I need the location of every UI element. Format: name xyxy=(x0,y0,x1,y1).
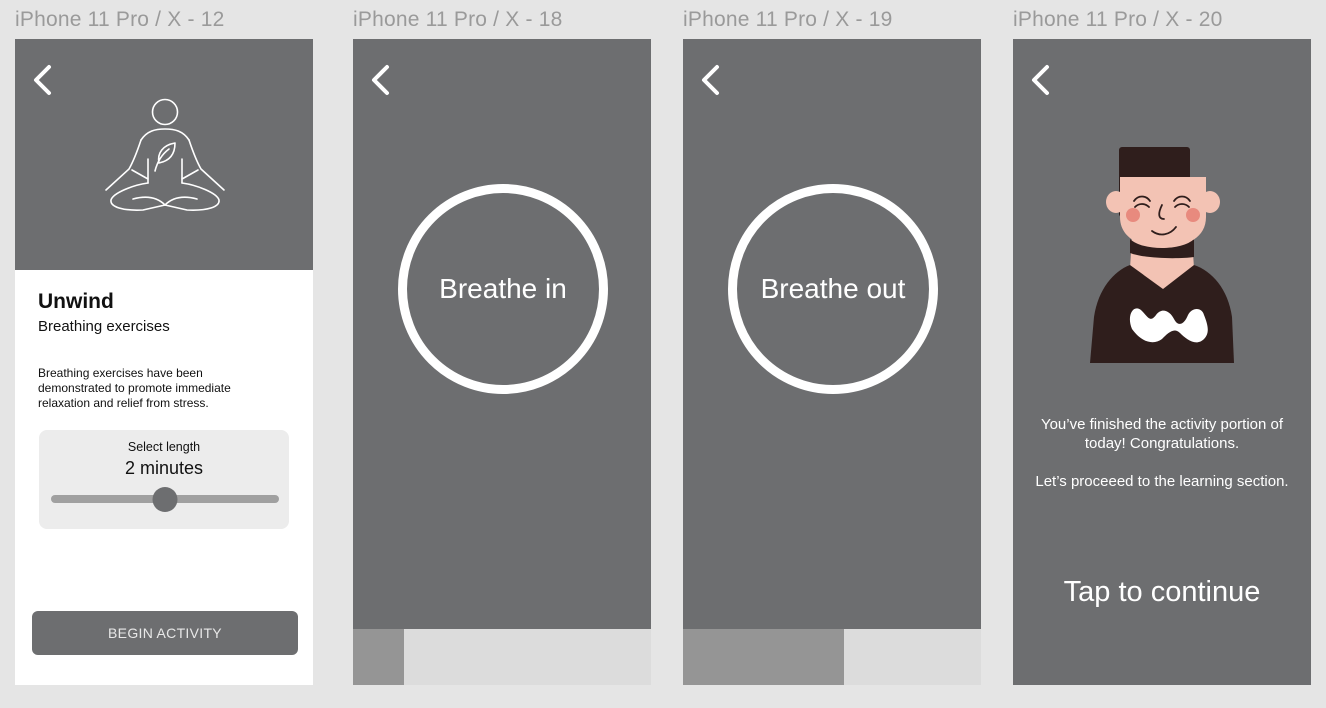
person-illustration xyxy=(1090,147,1234,363)
meditation-icon xyxy=(105,98,225,211)
length-slider-thumb[interactable] xyxy=(152,487,178,512)
frame-label-19: iPhone 11 Pro / X - 19 xyxy=(683,8,893,31)
frame-label-18: iPhone 11 Pro / X - 18 xyxy=(353,8,563,31)
screen-breathe-in: Breathe in xyxy=(353,39,651,685)
activity-progress-fill xyxy=(683,629,844,685)
activity-progress-fill xyxy=(353,629,404,685)
activity-progress-bar xyxy=(683,629,981,685)
length-selector: Select length 2 minutes xyxy=(39,430,289,529)
chevron-left-icon[interactable] xyxy=(367,63,393,97)
screen-completion[interactable]: You’ve finished the activity portion of … xyxy=(1013,39,1311,685)
breathing-instruction: Breathe in xyxy=(439,273,567,304)
hero-banner xyxy=(15,39,313,270)
frame-label-20: iPhone 11 Pro / X - 20 xyxy=(1013,8,1223,31)
begin-activity-button[interactable]: BEGIN ACTIVITY xyxy=(32,611,298,655)
activity-progress-bar xyxy=(353,629,651,685)
chevron-left-icon[interactable] xyxy=(29,63,55,97)
length-label: Select length xyxy=(127,440,201,454)
frame-label-12: iPhone 11 Pro / X - 12 xyxy=(15,8,225,31)
tap-to-continue[interactable]: Tap to continue xyxy=(1013,576,1311,609)
activity-subtitle: Breathing exercises xyxy=(38,318,170,335)
next-step-message: Let’s proceeed to the learning section. xyxy=(1035,473,1289,490)
completion-message: You’ve finished the activity portion of … xyxy=(1040,416,1284,452)
chevron-left-icon[interactable] xyxy=(697,63,723,97)
activity-title: Unwind xyxy=(38,290,114,313)
breathing-circle: Breathe out xyxy=(728,184,938,394)
chevron-left-icon[interactable] xyxy=(1027,63,1053,97)
screen-unwind: Unwind Breathing exercises Breathing exe… xyxy=(15,39,313,685)
length-value: 2 minutes xyxy=(124,458,204,478)
activity-description: Breathing exercises have been demonstrat… xyxy=(38,366,231,410)
screen-breathe-out: Breathe out xyxy=(683,39,981,685)
breathing-circle: Breathe in xyxy=(398,184,608,394)
breathing-instruction: Breathe out xyxy=(760,273,906,304)
